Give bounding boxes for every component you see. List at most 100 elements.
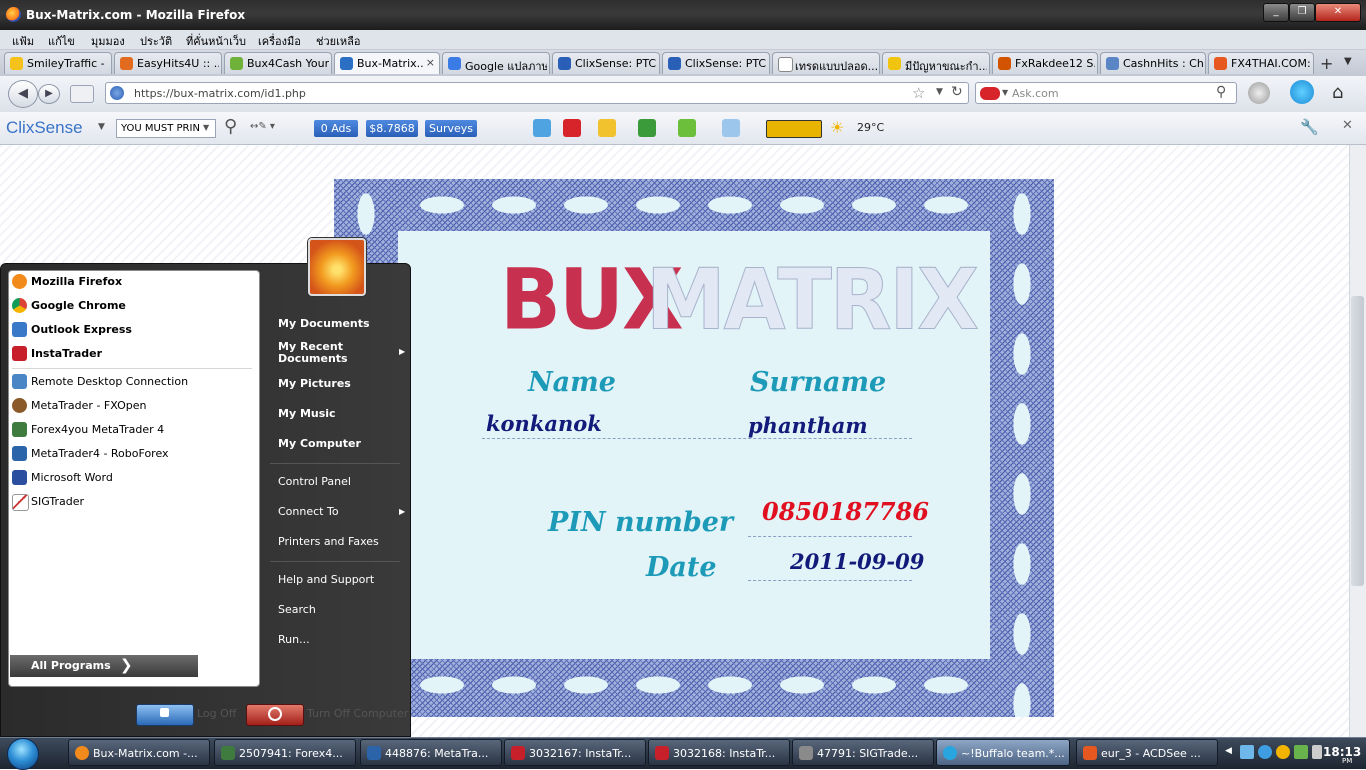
messenger-icon[interactable] [1258,745,1272,759]
start-button[interactable] [2,737,46,770]
search-bar[interactable]: ▼ Ask.com ⚲ [975,82,1237,104]
start-link-my-music[interactable]: My Music [278,407,336,420]
url-dropdown-icon[interactable]: ▼ [936,87,943,97]
start-link-printers-faxes[interactable]: Printers and Faxes [278,535,379,548]
start-link-search[interactable]: Search [278,603,316,616]
screen-icon[interactable] [722,119,740,137]
dollar-icon[interactable] [533,119,551,137]
tab-fxrakdee[interactable]: FxRakdee12 S... [992,52,1098,74]
search-icon[interactable]: ⚲ [1216,84,1226,100]
history-icon[interactable] [70,85,94,103]
tray-expand-icon[interactable]: ◀ [1225,746,1232,756]
network-icon[interactable] [1240,745,1254,759]
task-sigtrader[interactable]: 47791: SIGTrade... [792,739,934,766]
task-firefox[interactable]: Bux-Matrix.com -... [68,739,210,766]
task-instatrader-1[interactable]: 3032167: InstaTr... [504,739,646,766]
ads-counter-button[interactable]: 0 Ads [314,120,358,137]
menu-history[interactable]: ประวัติ [140,32,172,50]
clixsense-logo[interactable]: ClixSense [6,118,83,138]
bookmark-star-icon[interactable]: ☆ [912,84,925,102]
highlight-icon[interactable]: ↔✎ ▾ [250,121,275,132]
clixsense-ticker-input[interactable]: YOU MUST PRIN ▼ [116,119,216,138]
url-text[interactable]: https://bux-matrix.com/id1.php [134,87,306,100]
tab-cashnhits[interactable]: CashnHits : Ch... [1100,52,1206,74]
tab-label: CashnHits : Ch... [1123,57,1203,70]
task-forex4you[interactable]: 2507941: Forex4... [214,739,356,766]
task-metatrader[interactable]: 448876: MetaTra... [360,739,502,766]
start-link-my-computer[interactable]: My Computer [278,437,361,450]
search-input[interactable]: Ask.com [1012,87,1059,100]
skype-icon[interactable] [1290,80,1314,104]
log-off-button[interactable] [136,704,194,726]
ticker-dropdown-icon[interactable]: ▼ [203,123,209,132]
start-link-my-recent-documents[interactable]: My Recent Documents [278,341,388,365]
blogger-icon [1214,57,1227,70]
surveys-button[interactable]: Surveys [425,120,477,137]
search-engine-dropdown-icon[interactable]: ▼ [1002,88,1008,97]
battery-icon[interactable] [1294,745,1308,759]
toolbar-close-icon[interactable]: ✕ [1342,118,1353,133]
tab-clixsense-1[interactable]: ClixSense: PTC... [552,52,660,74]
start-link-run[interactable]: Run... [278,633,310,646]
start-link-my-documents[interactable]: My Documents [278,317,370,330]
task-skype-chat[interactable]: ~!Buffalo team.*... [936,739,1070,766]
tab-problem-warning[interactable]: มีปัญหาขณะกำ... [882,52,990,74]
new-tab-button[interactable]: + [1320,54,1333,73]
all-programs-button[interactable]: All Programs ❯ [10,655,198,677]
tab-google-translate[interactable]: Google แปลภาษา [442,52,550,74]
tab-easyhits4u[interactable]: EasyHits4U :: ... [114,52,222,74]
user-avatar[interactable] [308,238,366,296]
start-link-control-panel[interactable]: Control Panel [278,475,351,488]
home-icon[interactable]: ⌂ [1332,82,1343,103]
tab-strip: SmileyTraffic - ... EasyHits4U :: ... Bu… [0,50,1366,76]
forward-button[interactable]: ▶ [38,84,60,104]
ebay-icon[interactable] [598,119,616,137]
tab-smileytraffic[interactable]: SmileyTraffic - ... [4,52,112,74]
clixsense-menu-icon[interactable]: ▼ [98,122,105,132]
start-link-help-support[interactable]: Help and Support [278,573,374,586]
easyhits-icon [120,57,133,70]
restore-button[interactable]: ❐ [1289,3,1315,22]
turn-off-button[interactable] [246,704,304,726]
metatrader-icon [12,398,27,413]
tray-app-icon[interactable] [1276,745,1290,759]
menu-file[interactable]: แฟ้ม [12,32,34,50]
start-item-label: Microsoft Word [31,471,113,484]
menu-help[interactable]: ช่วยเหลือ [316,32,360,50]
youtube-icon[interactable] [563,119,581,137]
menu-bookmarks[interactable]: ที่คั่นหน้าเว็บ [186,32,246,50]
house-icon[interactable] [678,119,696,137]
task-instatrader-2[interactable]: 3032168: InstaTr... [648,739,790,766]
reload-icon[interactable]: ↻ [951,84,963,100]
menu-tools[interactable]: เครื่องมือ [258,32,301,50]
start-item-label: Google Chrome [31,299,126,312]
tab-trade-safe[interactable]: เทรดแบบปลอด... [772,52,880,74]
task-acdsee[interactable]: eur_3 - ACDSee ... [1076,739,1218,766]
ticker-text: YOU MUST PRIN [121,123,199,134]
url-bar[interactable]: https://bux-matrix.com/id1.php ☆ ▼ ↻ [105,82,969,104]
radio-player-icon[interactable] [766,120,822,138]
tab-list-icon[interactable]: ▼ [1344,56,1352,67]
minimize-button[interactable]: _ [1263,3,1289,22]
balance-button[interactable]: $8.7868 [366,120,418,137]
cashnhits-icon [1106,57,1119,70]
start-link-connect-to[interactable]: Connect To [278,505,339,518]
search-icon[interactable]: ⚲ [224,116,237,137]
volume-icon[interactable] [1312,745,1322,759]
tab-bux4cash[interactable]: Bux4Cash Your... [224,52,332,74]
wrench-icon[interactable]: 🔧 [1300,118,1319,136]
back-button[interactable]: ◀ [8,80,38,108]
menu-edit[interactable]: แก้ไข [48,32,75,50]
start-link-my-pictures[interactable]: My Pictures [278,377,351,390]
globe-addon-icon[interactable] [1248,82,1270,104]
scrollbar-thumb[interactable] [1351,296,1364,586]
submenu-arrow-icon: ▶ [399,507,406,516]
close-button[interactable]: ✕ [1315,3,1361,22]
tab-clixsense-2[interactable]: ClixSense: PTC... [662,52,770,74]
tab-bux-matrix[interactable]: Bux-Matrix.... × [334,52,440,74]
certificate-border-top [334,179,1054,231]
menu-view[interactable]: มุมมอง [91,32,125,50]
google-plus-icon[interactable] [638,119,656,137]
tab-fx4thai[interactable]: FX4THAI.COM:... [1208,52,1314,74]
close-tab-icon[interactable]: × [426,56,435,69]
